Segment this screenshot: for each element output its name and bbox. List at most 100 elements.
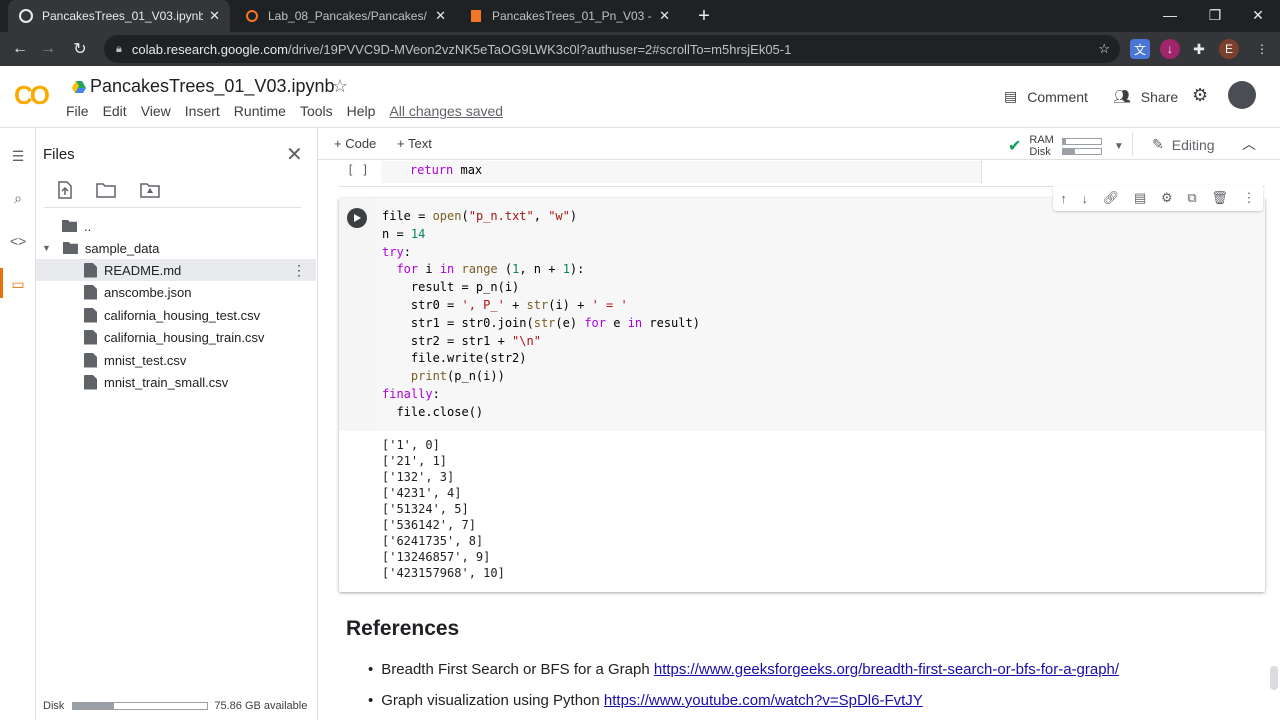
menu-tools[interactable]: Tools xyxy=(300,103,333,119)
browser-tab-colab[interactable]: PancakesTrees_01_V03.ipynb - Co ✕ xyxy=(8,0,230,32)
code-line: return max xyxy=(381,163,483,177)
tree-item-anscombe[interactable]: anscombe.json xyxy=(36,281,316,303)
code-snippets-icon[interactable]: <> xyxy=(8,231,28,251)
notebook-toolbar: + Code + Text ✔ RAM Disk ▼ ✎ Editing ︿ xyxy=(318,128,1280,160)
collapse-header-icon[interactable]: ︿ xyxy=(1242,134,1256,154)
translate-extension-icon[interactable]: 文 xyxy=(1130,39,1150,59)
download-extension-icon[interactable]: ↓ xyxy=(1160,39,1180,59)
comment-icon[interactable]: ▤ xyxy=(1134,190,1146,206)
browser-tab-jupyter-notebook[interactable]: PancakesTrees_01_Pn_V03 - Jupyt ✕ xyxy=(458,0,680,32)
file-icon xyxy=(84,329,97,345)
puzzle-extensions-icon[interactable]: ✚ xyxy=(1189,39,1209,59)
forward-button[interactable]: → xyxy=(36,37,60,61)
tree-item-parent[interactable]: .. xyxy=(36,215,316,237)
cell-toolbar: ↑ ↓ 🔗︎ ▤ ⚙ ⧉ 🗑︎ ⋮ xyxy=(1053,185,1263,211)
add-text-button[interactable]: + Text xyxy=(397,136,432,151)
chevron-down-icon[interactable]: ▼ xyxy=(1114,141,1124,152)
menu-runtime[interactable]: Runtime xyxy=(234,103,286,119)
more-vert-icon[interactable]: ⋮ xyxy=(292,262,306,279)
move-down-icon[interactable]: ↓ xyxy=(1082,191,1089,206)
code-cell-previous[interactable]: [ ] return max xyxy=(339,161,1265,187)
back-button[interactable]: ← xyxy=(8,37,32,61)
scrollbar[interactable] xyxy=(1270,666,1278,690)
close-icon[interactable]: ✕ xyxy=(435,8,446,24)
star-icon[interactable]: ☆ xyxy=(1098,41,1110,57)
runtime-status[interactable]: ✔ RAM Disk ▼ xyxy=(1008,134,1124,158)
disk-usage: Disk 75.86 GB available xyxy=(43,700,307,712)
upload-icon[interactable] xyxy=(55,180,75,200)
window-close-button[interactable]: ✕ xyxy=(1236,0,1280,30)
refresh-folder-icon[interactable] xyxy=(96,180,116,200)
delete-icon[interactable]: 🗑︎ xyxy=(1211,190,1228,206)
new-tab-button[interactable]: + xyxy=(692,4,716,28)
notebook-area: [ ] return max file = open("p_n.txt", "w… xyxy=(318,161,1280,720)
disk-available: 75.86 GB available xyxy=(214,700,308,712)
colab-logo[interactable]: CO xyxy=(14,80,50,111)
menu-insert[interactable]: Insert xyxy=(185,103,220,119)
run-cell-button[interactable] xyxy=(347,208,367,228)
search-icon[interactable]: ⌕ xyxy=(8,188,28,208)
close-icon[interactable]: ✕ xyxy=(286,142,303,167)
ram-meter xyxy=(1061,137,1102,145)
code-editor[interactable]: return max xyxy=(381,161,982,183)
reference-link[interactable]: https://www.youtube.com/watch?v=SpDl6-Fv… xyxy=(604,692,923,709)
user-avatar[interactable] xyxy=(1228,81,1256,109)
minimize-button[interactable]: — xyxy=(1148,0,1192,30)
url-host: colab.research.google.com xyxy=(131,41,288,57)
tree-item-label: .. xyxy=(84,218,92,234)
tree-item-california-train[interactable]: california_housing_train.csv xyxy=(36,326,316,348)
code-editor[interactable]: file = open("p_n.txt", "w") n = 14 try: … xyxy=(375,198,1265,431)
tree-item-readme[interactable]: README.md ⋮ xyxy=(36,259,316,281)
editing-mode-button[interactable]: ✎ Editing xyxy=(1152,136,1215,153)
profile-avatar[interactable]: E xyxy=(1219,39,1239,59)
reference-item: • Graph visualization using Python https:… xyxy=(368,692,923,709)
editing-label: Editing xyxy=(1171,136,1215,153)
menu-view[interactable]: View xyxy=(141,103,171,119)
move-up-icon[interactable]: ↑ xyxy=(1060,191,1067,206)
code-cell-active[interactable]: file = open("p_n.txt", "w") n = 14 try: … xyxy=(339,198,1265,592)
mirror-cell-icon[interactable]: ⧉ xyxy=(1187,190,1196,206)
reference-link[interactable]: https://www.geeksforgeeks.org/breadth-fi… xyxy=(654,661,1119,678)
add-code-button[interactable]: + Code xyxy=(334,136,376,151)
menu-bar: File Edit View Insert Runtime Tools Help… xyxy=(66,103,517,119)
notebook-title[interactable]: PancakesTrees_01_V03.ipynb xyxy=(90,76,335,97)
menu-file[interactable]: File xyxy=(66,103,89,119)
lock-icon: 🔒︎ xyxy=(116,42,122,55)
files-panel: Files ✕ .. ▼ sample_data README.md ⋮ ans… xyxy=(36,128,318,720)
share-button[interactable]: 👥︎ Share xyxy=(1113,88,1178,105)
tree-item-sample-data[interactable]: ▼ sample_data xyxy=(36,237,316,259)
sidebar-rail: ☰ ⌕ <> ▭ xyxy=(0,128,36,720)
file-icon xyxy=(84,352,97,368)
close-icon[interactable]: ✕ xyxy=(209,8,220,24)
reload-button[interactable]: ↻ xyxy=(68,37,92,61)
link-icon[interactable]: 🔗︎ xyxy=(1103,190,1120,206)
tree-item-california-test[interactable]: california_housing_test.csv xyxy=(36,304,316,326)
settings-gear-icon[interactable]: ⚙ xyxy=(1192,85,1208,106)
mount-drive-icon[interactable] xyxy=(140,180,160,200)
tree-item-label: mnist_train_small.csv xyxy=(104,374,229,390)
output-line: ['423157968', 10] xyxy=(382,566,505,580)
tree-item-label: README.md xyxy=(104,262,182,278)
chrome-menu-icon[interactable]: ⋮ xyxy=(1252,39,1272,59)
close-icon[interactable]: ✕ xyxy=(659,8,670,24)
browser-tab-jupyter-files[interactable]: Lab_08_Pancakes/Pancakes/ ✕ xyxy=(234,0,456,32)
menu-edit[interactable]: Edit xyxy=(103,103,127,119)
table-of-contents-icon[interactable]: ☰ xyxy=(8,146,28,166)
files-folder-icon[interactable]: ▭ xyxy=(8,274,28,294)
tree-item-label: california_housing_train.csv xyxy=(104,329,265,345)
address-bar[interactable]: 🔒︎ colab.research.google.com/drive/19PVV… xyxy=(104,35,1120,63)
tree-item-mnist-train[interactable]: mnist_train_small.csv xyxy=(36,371,316,393)
comment-icon: ▤ xyxy=(1004,88,1018,104)
save-status[interactable]: All changes saved xyxy=(389,103,503,119)
browser-nav-bar: ← → ↻ 🔒︎ colab.research.google.com/drive… xyxy=(0,32,1280,66)
maximize-button[interactable]: ❐ xyxy=(1193,0,1237,30)
tab-title: PancakesTrees_01_V03.ipynb - Co xyxy=(42,9,204,23)
star-icon[interactable]: ☆ xyxy=(332,76,348,97)
check-icon: ✔ xyxy=(1008,138,1022,155)
more-vert-icon[interactable]: ⋮ xyxy=(1243,190,1256,206)
reference-text: Breadth First Search or BFS for a Graph xyxy=(381,661,654,678)
comment-button[interactable]: ▤ Comment xyxy=(1004,88,1088,105)
tree-item-mnist-test[interactable]: mnist_test.csv xyxy=(36,349,316,371)
menu-help[interactable]: Help xyxy=(347,103,376,119)
settings-gear-icon[interactable]: ⚙ xyxy=(1161,190,1173,206)
